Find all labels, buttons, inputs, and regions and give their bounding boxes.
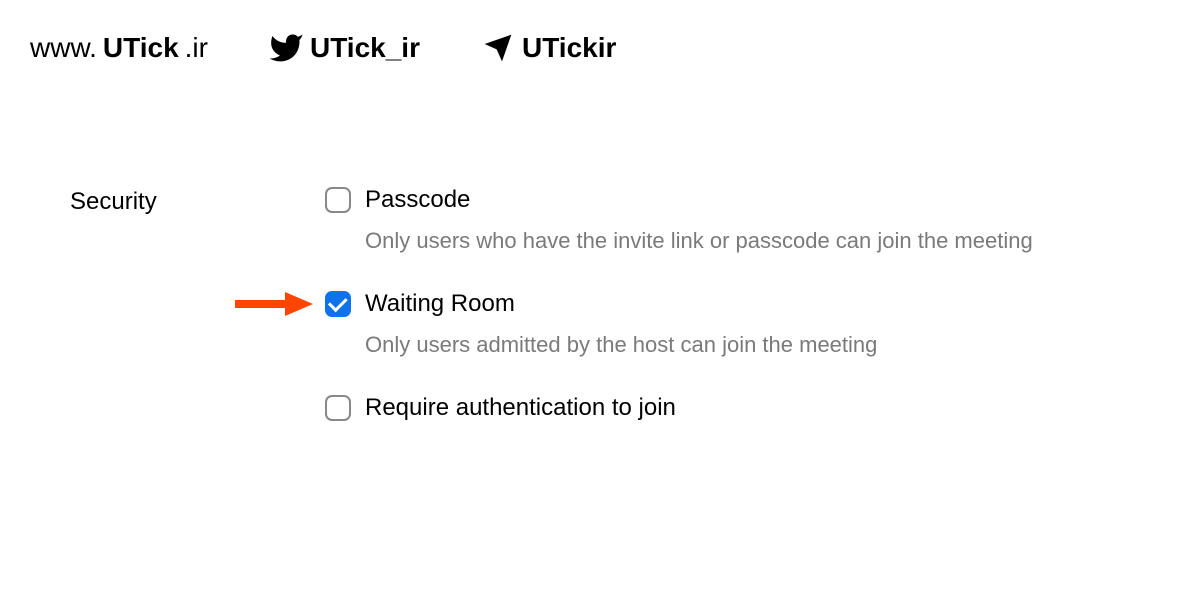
header-links: www.UTick .ir UTick_ir UTickir [0,0,1200,66]
website-link[interactable]: www.UTick .ir [30,32,208,64]
twitter-icon [268,30,304,66]
telegram-link[interactable]: UTickir [480,30,616,66]
waiting-room-desc: Only users admitted by the host can join… [365,332,1200,358]
twitter-handle: UTick_ir [310,32,420,64]
waiting-room-label: Waiting Room [365,290,515,318]
website-bold: UTick [103,32,179,64]
passcode-label: Passcode [365,186,470,214]
option-passcode: Passcode Only users who have the invite … [325,186,1200,254]
website-suffix: .ir [185,32,208,64]
arrow-icon [235,292,313,316]
security-options: Passcode Only users who have the invite … [325,186,1200,422]
option-require-auth: Require authentication to join [325,394,1200,422]
telegram-handle: UTickir [522,32,616,64]
telegram-icon [480,30,516,66]
passcode-checkbox[interactable] [325,187,351,213]
passcode-desc: Only users who have the invite link or p… [365,228,1200,254]
option-waiting-room: Waiting Room Only users admitted by the … [325,290,1200,358]
require-auth-label: Require authentication to join [365,394,676,422]
waiting-room-checkbox[interactable] [325,291,351,317]
require-auth-checkbox[interactable] [325,395,351,421]
website-prefix: www. [30,32,97,64]
security-section: Security Passcode Only users who have th… [0,66,1200,422]
twitter-link[interactable]: UTick_ir [268,30,420,66]
